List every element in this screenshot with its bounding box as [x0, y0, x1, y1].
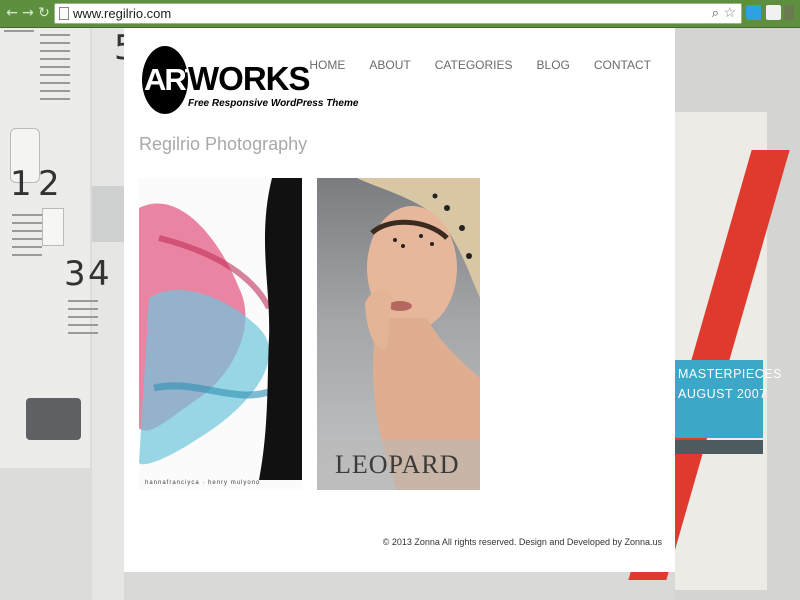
reload-icon[interactable]: ↻ [36, 5, 52, 21]
poster-line: MASTERPIECES [678, 367, 782, 381]
url-text[interactable]: www.regilrio.com [73, 6, 171, 21]
collage-number: 3 [64, 254, 86, 294]
search-icon[interactable]: ⌕ [712, 5, 719, 21]
nav-contact[interactable]: CONTACT [594, 58, 651, 72]
collage-number: 1 [10, 164, 32, 204]
radio-image [26, 398, 81, 440]
extension-icon[interactable] [766, 5, 781, 20]
forward-icon[interactable]: → [20, 5, 36, 21]
nav-categories[interactable]: CATEGORIES [435, 58, 513, 72]
page-icon [59, 7, 69, 20]
background-collage-left: 5 1 2 3 4 [0, 28, 136, 600]
twitter-extension-icon[interactable] [746, 5, 761, 20]
photo-leopard[interactable]: LEOPARD [317, 178, 480, 490]
photo-smoke-art[interactable]: hannafranciyca · henry mulyono [139, 178, 302, 490]
poster-line: AUGUST 2007 [678, 387, 767, 401]
browser-toolbar: ← → ↻ www.regilrio.com ⌕ ☆ [0, 0, 800, 28]
nav-home[interactable]: HOME [309, 58, 345, 72]
address-bar[interactable]: www.regilrio.com ⌕ ☆ [54, 3, 742, 24]
site-page: ART WORKS Free Responsive WordPress Them… [124, 28, 675, 572]
photo-caption: hannafranciyca · henry mulyono [145, 480, 261, 486]
footer-copyright: © 2013 Zonna All rights reserved. Design… [382, 537, 662, 547]
logo-tagline: Free Responsive WordPress Theme [188, 98, 359, 109]
portrait-image [317, 178, 480, 490]
main-nav: HOME ABOUT CATEGORIES BLOG CONTACT [285, 58, 651, 72]
site-logo[interactable]: ART WORKS Free Responsive WordPress Them… [142, 46, 358, 116]
back-icon[interactable]: ← [4, 5, 20, 21]
nav-blog[interactable]: BLOG [537, 58, 570, 72]
menu-icon[interactable] [784, 5, 794, 20]
page-title: Regilrio Photography [139, 134, 308, 154]
bookmark-star-icon[interactable]: ☆ [723, 4, 736, 21]
collage-number: 4 [88, 254, 110, 294]
leopard-text: LEOPARD [335, 450, 460, 479]
nav-about[interactable]: ABOUT [369, 58, 410, 72]
smoke-image [139, 178, 302, 480]
collage-number: 2 [38, 164, 60, 204]
poster-stripe [675, 440, 763, 454]
